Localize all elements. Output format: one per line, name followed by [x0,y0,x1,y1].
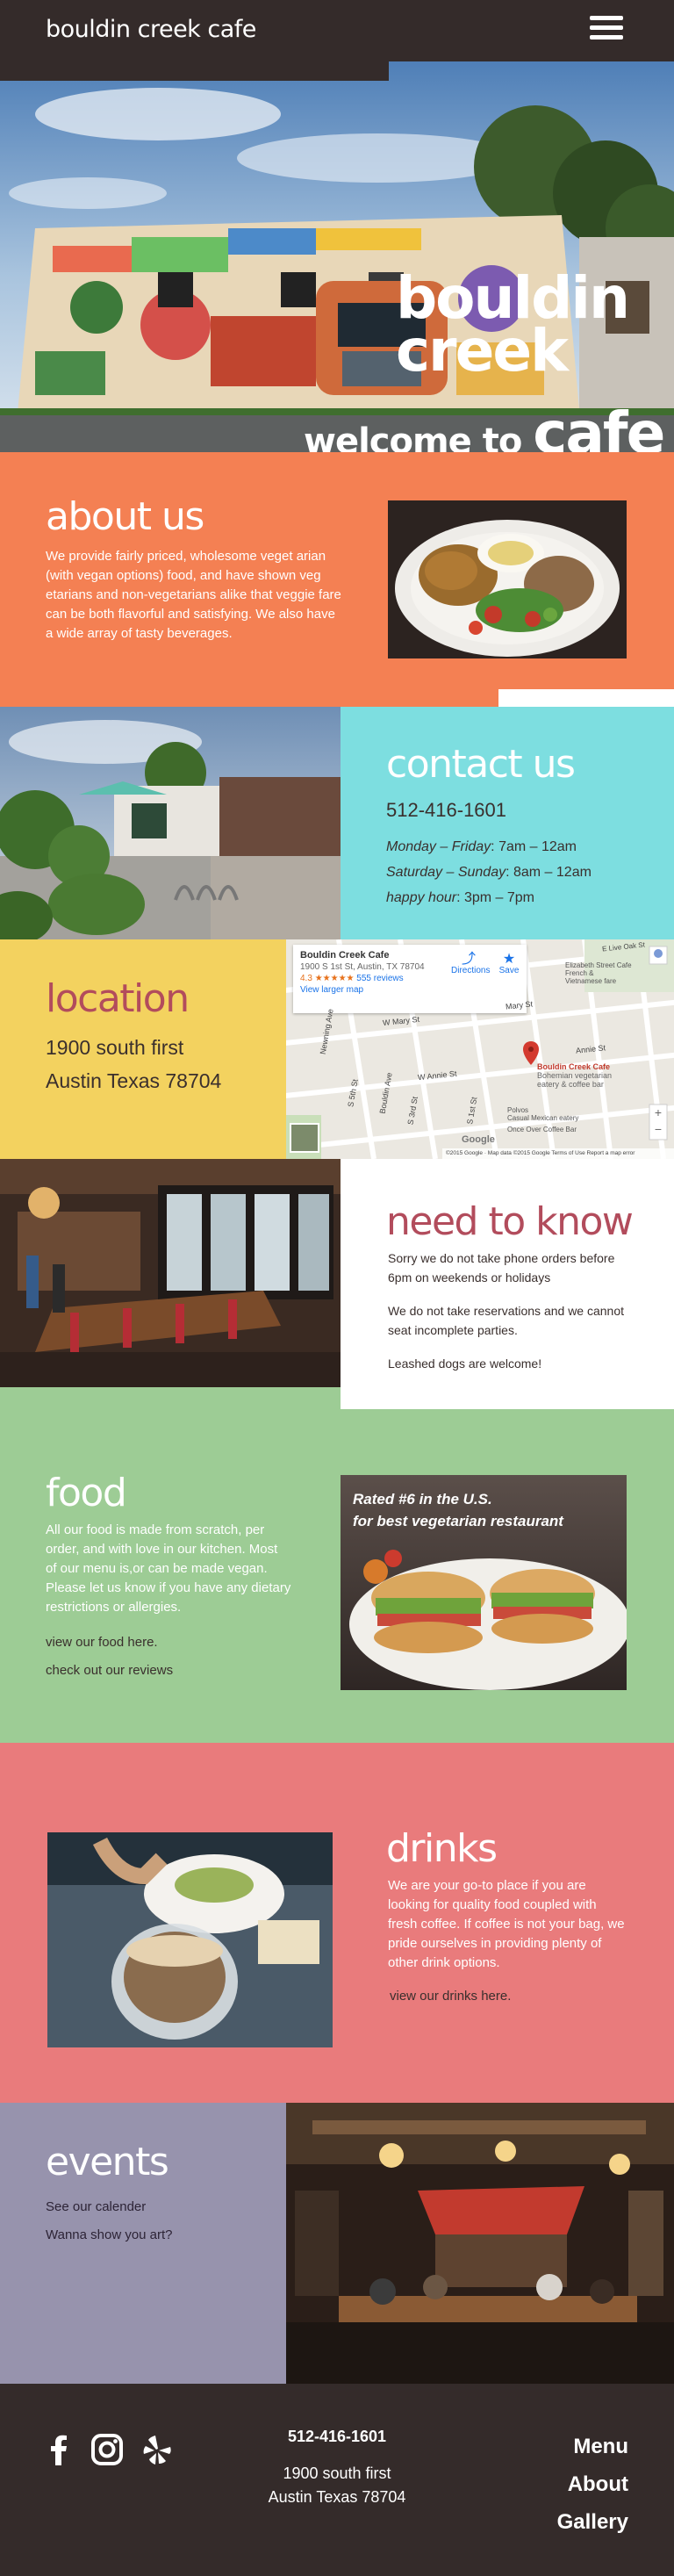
map-attribution[interactable]: ©2015 Google · Map data ©2015 Google Ter… [442,1148,674,1159]
hero-mural-photo [0,61,674,452]
map-poi-elizabeth: Elizabeth Street Cafe French & Vietnames… [565,961,632,985]
hours-weekend: Saturday – Sunday: 8am – 12am [386,865,592,880]
need-to-know-section: need to know Sorry we do not take phone … [0,1159,674,1409]
top-bar-tab [0,61,389,81]
map-place-name: Bouldin Creek Cafe [300,950,390,961]
footer-nav-about[interactable]: About [557,2465,628,2503]
location-address: 1900 south first Austin Texas 78704 [46,1036,222,1092]
events-heading: events [46,2140,169,2184]
food-text: All our food is made from scratch, per o… [46,1522,291,1615]
reviews-link[interactable]: check out our reviews [46,1663,173,1678]
yelp-icon[interactable] [140,2432,176,2467]
directions-icon: ⤴ [461,952,476,967]
map-zoom-in-button[interactable]: + [649,1105,667,1119]
footer-nav: Menu About Gallery [557,2428,628,2541]
location-heading: location [46,976,190,1021]
map-pin-label: Bouldin Creek Cafe Bohemian vegetarian e… [537,1062,613,1089]
facebook-icon[interactable] [42,2432,77,2467]
google-map[interactable]: Bouldin Creek Cafe 1900 S 1st St, Austin… [286,939,674,1159]
top-bar: bouldin creek cafe [0,0,674,81]
hero-section: bouldin creek welcome to cafe [0,61,674,452]
hero-title: bouldin creek [395,264,630,385]
view-drinks-link[interactable]: view our drinks here. [390,1989,511,2004]
view-food-link[interactable]: view our food here. [46,1635,158,1650]
footer-phone[interactable]: 512-416-1601 [249,2428,425,2446]
map-directions-button[interactable]: ⤴ Directions [451,952,490,976]
need-to-know-heading: need to know [386,1199,634,1244]
contact-phone[interactable]: 512-416-1601 [386,799,506,822]
drinks-section: drinks We are your go-to place if you ar… [0,1743,674,2103]
instagram-icon[interactable] [90,2432,125,2467]
map-info-card: Bouldin Creek Cafe 1900 S 1st St, Austin… [293,945,527,1013]
need-to-know-dogs: Leashed dogs are welcome! [388,1356,542,1371]
map-save-button[interactable]: ★ Save [493,953,525,976]
events-section: events See our calender Wanna show you a… [0,2103,674,2384]
map-reviews-link[interactable]: 555 reviews [356,974,403,983]
calendar-link[interactable]: See our calender [46,2199,146,2214]
contact-section: contact us 512-416-1601 Monday – Friday:… [0,685,674,939]
hours-list: Monday – Friday: 7am – 12am Saturday – S… [386,834,592,910]
map-view-larger-link[interactable]: View larger map [300,984,520,996]
google-logo: Google [462,1134,495,1145]
location-section: location 1900 south first Austin Texas 7… [0,939,674,1159]
footer-address: 1900 south first Austin Texas 78704 [268,2464,406,2506]
food-heading: food [46,1471,127,1515]
drinks-heading: drinks [386,1826,498,1871]
footer: 512-416-1601 1900 south first Austin Tex… [0,2384,674,2576]
drinks-text: We are your go-to place if you are looki… [388,1878,625,1970]
footer-contact: 512-416-1601 1900 south first Austin Tex… [249,2428,425,2509]
drinks-photo [47,1832,333,2047]
show-art-link[interactable]: Wanna show you art? [46,2227,173,2242]
need-to-know-phone-orders: Sorry we do not take phone orders before… [388,1251,615,1284]
contact-heading: contact us [386,742,576,787]
dining-room-photo [0,1159,341,1387]
map-poi-polvos: Polvos Casual Mexican eatery Once Over C… [507,1106,579,1133]
counter-photo [286,2103,674,2384]
hours-weekday: Monday – Friday: 7am – 12am [386,839,577,854]
food-plate-photo [388,500,627,658]
need-to-know-reservations: We do not take reservations and we canno… [388,1304,625,1337]
about-section: about us We provide fairly priced, whole… [0,452,674,707]
footer-nav-menu[interactable]: Menu [557,2428,628,2465]
hours-happy-hour: happy hour: 3pm – 7pm [386,890,534,905]
page: bouldin creek cafe bouldin creek welcome… [0,0,674,2576]
about-heading: about us [46,494,204,539]
site-logo[interactable]: bouldin creek cafe [46,16,256,43]
about-text: We provide fairly priced, wholesome vege… [46,549,341,641]
footer-nav-gallery[interactable]: Gallery [557,2503,628,2541]
food-section: food All our food is made from scratch, … [0,1387,674,1743]
rated-caption: Rated #6 in the U.S. for best vegetarian… [353,1491,563,1529]
hamburger-menu-icon[interactable] [590,16,623,42]
map-zoom-out-button[interactable]: − [649,1122,667,1136]
star-icon: ★ [502,952,516,967]
patio-photo [0,707,341,939]
hero-welcome: welcome to cafe [304,399,665,452]
